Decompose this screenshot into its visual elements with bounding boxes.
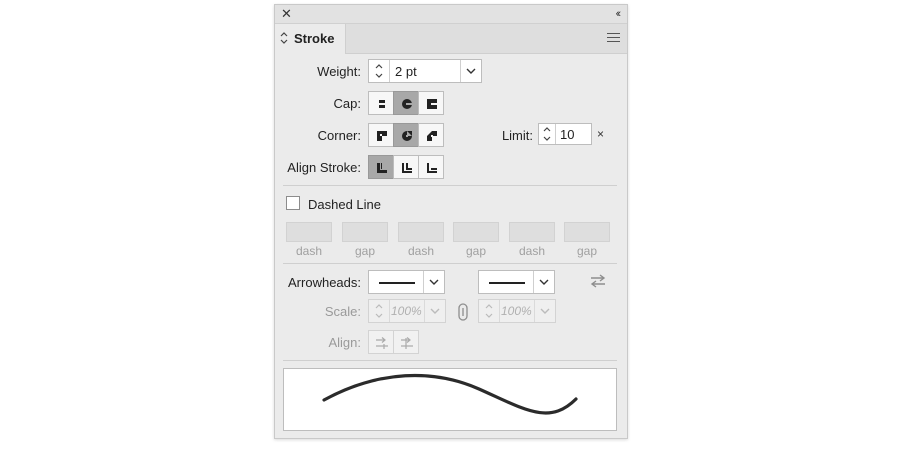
close-icon[interactable]: ✕ (281, 6, 292, 22)
panel-menu-icon[interactable] (607, 33, 620, 44)
stroke-preview-curve (322, 373, 578, 415)
arrow-align-buttons (368, 330, 419, 354)
gap-label: gap (576, 244, 598, 258)
place-arrow-tip-icon (401, 337, 413, 349)
start-scale-value[interactable]: 100% (391, 304, 422, 318)
scale-label: Scale: (324, 304, 361, 319)
arrowheads-label: Arrowheads: (288, 275, 361, 290)
end-scale-field[interactable]: 100% (478, 299, 556, 323)
cap-label: Cap: (333, 96, 361, 111)
gap-field-2[interactable] (453, 222, 499, 242)
tab-stroke[interactable]: Stroke (275, 24, 346, 54)
end-scale-value[interactable]: 100% (501, 304, 532, 318)
extend-arrow-tip-icon (376, 337, 388, 349)
gap-field-1[interactable] (342, 222, 388, 242)
butt-cap-icon (378, 100, 386, 108)
dash-label: dash (295, 244, 323, 258)
gap-label: gap (354, 244, 376, 258)
dash-field-3[interactable] (509, 222, 555, 242)
align-inside-icon (402, 163, 412, 173)
start-scale-field[interactable]: 100% (368, 299, 446, 323)
dashed-line-checkbox[interactable] (286, 196, 300, 210)
cap-buttons (368, 91, 444, 115)
panel-titlebar: ✕ ‹‹ (275, 5, 627, 24)
no-arrowhead-line (379, 282, 415, 284)
weight-label: Weight: (317, 64, 361, 79)
weight-field[interactable]: 2 pt (368, 59, 482, 83)
chevron-down-icon[interactable] (533, 271, 554, 293)
align-stroke-buttons (368, 155, 444, 179)
chevron-down-icon[interactable] (534, 300, 555, 322)
miter-limit-field[interactable]: 10 (538, 123, 592, 145)
round-cap-icon (402, 99, 412, 109)
align-stroke-label: Align Stroke: (287, 160, 361, 175)
stroke-preview (283, 368, 617, 431)
gap-field-3[interactable] (564, 222, 610, 242)
dashed-line-label: Dashed Line (308, 197, 381, 212)
bevel-join-button[interactable] (418, 123, 444, 147)
chevron-down-icon[interactable] (423, 271, 444, 293)
divider (283, 263, 617, 264)
chevron-down-icon[interactable] (424, 300, 445, 322)
limit-unit: × (597, 127, 605, 141)
swap-arrowheads-icon[interactable] (589, 273, 607, 289)
align-outside-icon (427, 163, 437, 173)
end-arrowhead-select[interactable] (478, 270, 555, 294)
divider (283, 185, 617, 186)
no-arrowhead-line (489, 282, 525, 284)
align-center-button[interactable] (368, 155, 394, 179)
dash-field-2[interactable] (398, 222, 444, 242)
start-arrowhead-select[interactable] (368, 270, 445, 294)
scale-stepper[interactable] (369, 300, 390, 322)
limit-label: Limit: (501, 128, 533, 143)
divider (283, 360, 617, 361)
link-scale-icon[interactable] (458, 303, 468, 321)
tab-label: Stroke (294, 31, 335, 46)
align-inside-button[interactable] (393, 155, 419, 179)
miter-join-icon (377, 131, 387, 141)
limit-stepper[interactable] (539, 124, 556, 144)
dash-label: dash (407, 244, 435, 258)
round-cap-button[interactable] (393, 91, 419, 115)
round-join-button[interactable] (393, 123, 419, 147)
corner-buttons (368, 123, 444, 147)
place-arrow-tip-button[interactable] (393, 330, 419, 354)
collapse-icon[interactable]: ‹‹ (616, 6, 622, 22)
scale-stepper[interactable] (479, 300, 500, 322)
extend-arrow-tip-button[interactable] (368, 330, 394, 354)
align-outside-button[interactable] (418, 155, 444, 179)
dash-label: dash (518, 244, 546, 258)
projecting-cap-icon (427, 99, 437, 109)
butt-cap-button[interactable] (368, 91, 394, 115)
bevel-join-icon (427, 131, 437, 141)
weight-value[interactable]: 2 pt (395, 64, 417, 79)
stroke-panel: ✕ ‹‹ Stroke Weight: 2 pt Cap: Corner: Li… (274, 4, 628, 439)
projecting-cap-button[interactable] (418, 91, 444, 115)
tab-strip: Stroke (275, 24, 627, 54)
dash-field-1[interactable] (286, 222, 332, 242)
chevron-down-icon[interactable] (460, 60, 481, 82)
corner-label: Corner: (317, 128, 361, 143)
gap-label: gap (465, 244, 487, 258)
weight-stepper[interactable] (369, 60, 390, 82)
align-label: Align: (328, 335, 361, 350)
expand-options-icon[interactable] (280, 31, 288, 45)
round-join-icon (402, 131, 412, 141)
limit-value[interactable]: 10 (560, 127, 574, 142)
align-center-icon (377, 163, 387, 173)
miter-join-button[interactable] (368, 123, 394, 147)
